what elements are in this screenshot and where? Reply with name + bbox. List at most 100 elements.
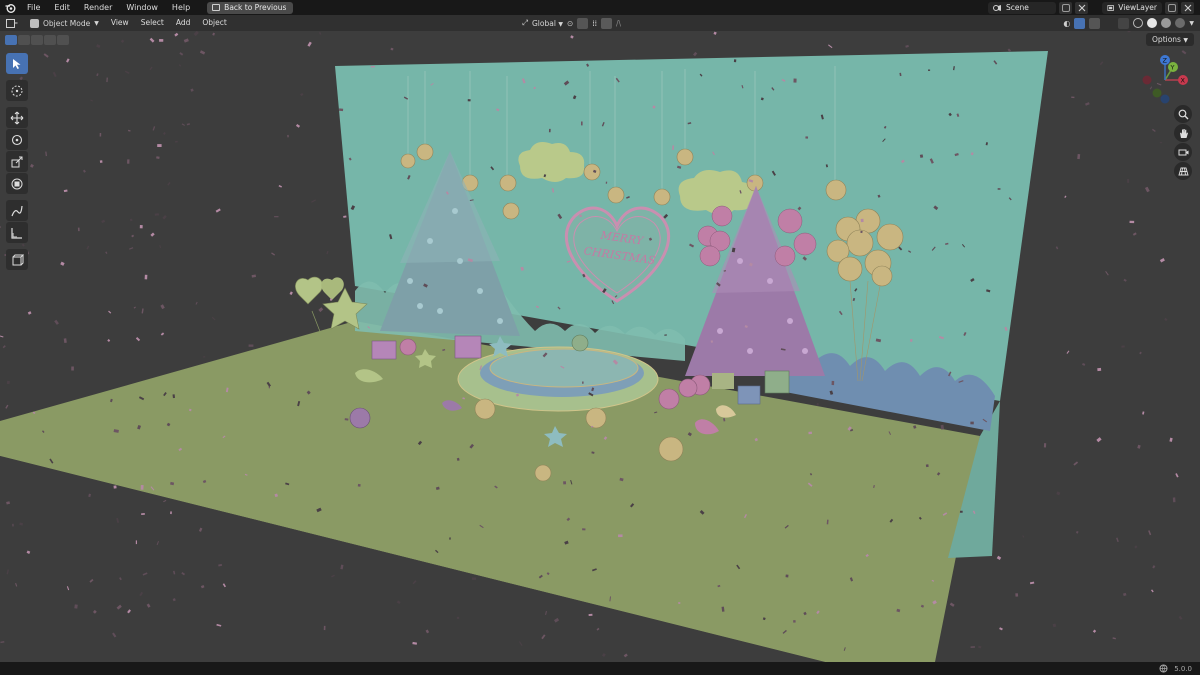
solid-shading-icon[interactable]: [1147, 18, 1158, 28]
xray-toggle-icon[interactable]: [1118, 17, 1130, 29]
snap-grid-icon[interactable]: ⁞⁞: [592, 19, 597, 28]
confetti-piece: [449, 537, 451, 540]
confetti-piece: [959, 510, 963, 513]
transform-tool[interactable]: [6, 173, 28, 194]
confetti-piece: [1137, 444, 1141, 449]
view-layer-selector[interactable]: ViewLayer: [1102, 1, 1162, 14]
pivot-point-icon[interactable]: ⊙: [567, 19, 573, 28]
hand-icon: [1179, 128, 1188, 138]
editor-type-selector[interactable]: [0, 15, 24, 31]
confetti-piece: [160, 304, 165, 310]
annotate-tool[interactable]: [6, 200, 28, 221]
measure-tool[interactable]: [6, 222, 28, 243]
menu-object[interactable]: Object: [196, 15, 232, 31]
confetti-piece: [179, 52, 184, 56]
view-layer-icon: [1107, 4, 1114, 11]
back-to-previous-button[interactable]: Back to Previous: [207, 1, 294, 14]
confetti-piece: [471, 577, 477, 580]
confetti-piece: [274, 216, 279, 218]
visibility-icon[interactable]: ◐: [1063, 19, 1070, 28]
confetti-piece: [1139, 351, 1142, 355]
confetti-piece: [5, 404, 9, 409]
confetti-piece: [66, 58, 70, 63]
select-subtract-icon[interactable]: [31, 35, 43, 45]
falloff-icon[interactable]: /\: [616, 19, 621, 28]
confetti-piece: [54, 319, 59, 325]
confetti-piece: [582, 528, 586, 531]
confetti-piece: [1122, 592, 1127, 597]
new-view-layer-button[interactable]: [1165, 1, 1178, 14]
select-new-icon[interactable]: [5, 35, 17, 45]
select-box-tool[interactable]: [6, 53, 28, 74]
pan-button[interactable]: [1174, 124, 1192, 142]
annotate-icon: [11, 205, 23, 216]
confetti-piece: [548, 128, 551, 133]
confetti-piece: [1169, 437, 1173, 442]
select-intersect-icon[interactable]: [57, 35, 69, 45]
confetti-piece: [978, 645, 982, 649]
rotate-tool[interactable]: [6, 129, 28, 150]
menu-edit[interactable]: Edit: [47, 0, 77, 15]
menu-add[interactable]: Add: [170, 15, 197, 31]
confetti-piece: [311, 199, 316, 203]
confetti-piece: [996, 555, 1002, 561]
confetti-piece: [129, 247, 134, 250]
perspective-toggle-button[interactable]: [1174, 162, 1192, 180]
scale-tool[interactable]: [6, 151, 28, 172]
delete-view-layer-button[interactable]: [1181, 1, 1194, 14]
confetti-piece: [919, 154, 924, 158]
select-invert-icon[interactable]: [44, 35, 56, 45]
blender-logo-icon[interactable]: [0, 0, 20, 15]
confetti-piece: [101, 219, 106, 224]
proportional-editing-icon[interactable]: [601, 17, 613, 29]
confetti-piece: [300, 92, 304, 97]
confetti-piece: [107, 339, 111, 342]
zoom-button[interactable]: [1174, 105, 1192, 123]
navigation-gizmo[interactable]: X Y Z: [1138, 53, 1192, 107]
object-mode-dropdown[interactable]: Object Mode ▼: [24, 15, 105, 31]
confetti-piece: [278, 185, 283, 188]
new-scene-button[interactable]: [1059, 1, 1072, 14]
confetti-piece: [172, 394, 176, 399]
confetti-piece: [1164, 317, 1168, 322]
overlay-toggle-icon[interactable]: [1089, 17, 1101, 29]
add-cube-tool[interactable]: [6, 249, 28, 270]
menu-view[interactable]: View: [105, 15, 135, 31]
confetti-piece: [1055, 246, 1059, 250]
confetti-piece: [170, 511, 172, 515]
confetti-piece: [588, 613, 593, 616]
options-dropdown[interactable]: Options ▼: [1146, 33, 1194, 46]
wireframe-shading-icon[interactable]: [1133, 18, 1144, 28]
menu-window[interactable]: Window: [119, 0, 165, 15]
move-tool[interactable]: [6, 107, 28, 128]
rendered-shading-icon[interactable]: [1175, 18, 1186, 28]
3d-viewport[interactable]: MERRY CHRISTMAS Options ▼ X Y Z: [0, 31, 1200, 662]
select-extend-icon[interactable]: [18, 35, 30, 45]
confetti-piece: [1134, 545, 1138, 549]
confetti-piece: [785, 574, 789, 578]
confetti-piece: [582, 381, 584, 384]
status-bar: 5.0.0: [0, 662, 1200, 675]
material-preview-icon[interactable]: [1161, 18, 1172, 28]
snap-toggle-icon[interactable]: [577, 17, 589, 29]
transform-orientation-dropdown[interactable]: Global ▼: [532, 19, 563, 28]
top-right-controls: Scene ViewLayer: [988, 0, 1200, 15]
confetti-piece: [211, 316, 216, 321]
confetti-piece: [129, 218, 133, 222]
confetti-piece: [1056, 491, 1061, 496]
cursor-tool[interactable]: [6, 80, 28, 101]
gizmo-toggle-icon[interactable]: [1074, 17, 1086, 29]
menu-select[interactable]: Select: [135, 15, 170, 31]
scene-name: Scene: [1006, 3, 1029, 12]
camera-view-button[interactable]: [1174, 143, 1192, 161]
confetti-piece: [156, 156, 160, 159]
chevron-down-icon[interactable]: ▼: [1189, 20, 1194, 27]
menu-render[interactable]: Render: [77, 0, 119, 15]
confetti-piece: [1123, 278, 1127, 282]
menu-file[interactable]: File: [20, 0, 47, 15]
chevron-down-icon: ▼: [558, 20, 563, 28]
delete-scene-button[interactable]: [1075, 1, 1088, 14]
scene-selector[interactable]: Scene: [988, 1, 1056, 14]
confetti-piece: [131, 234, 135, 238]
menu-help[interactable]: Help: [165, 0, 197, 15]
